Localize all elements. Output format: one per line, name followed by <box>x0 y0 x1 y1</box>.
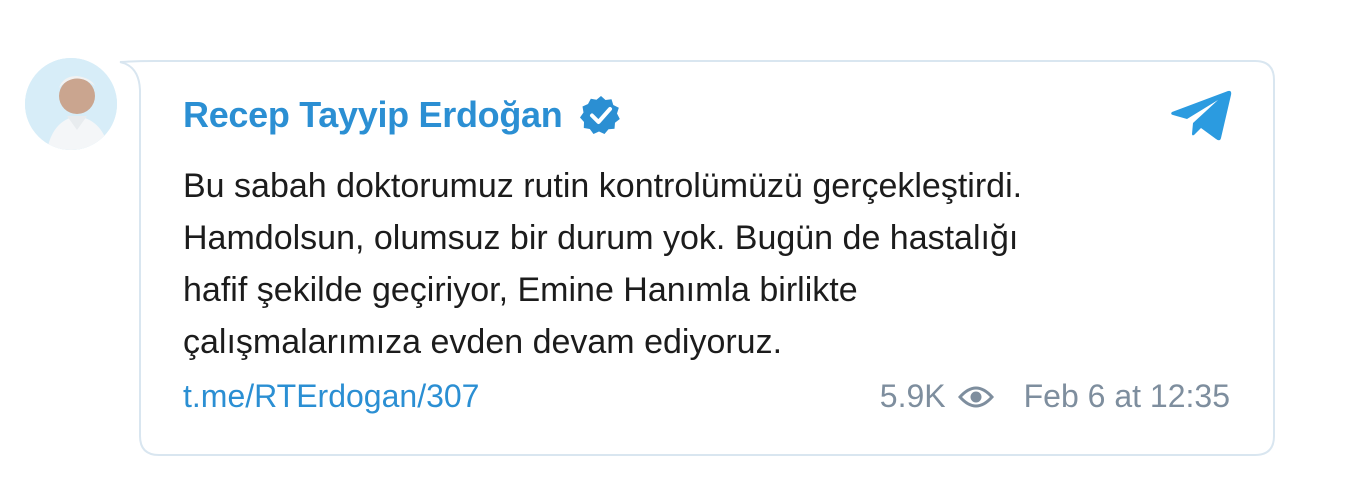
message-line: Hamdolsun, olumsuz bir durum yok. Bugün … <box>183 219 1019 257</box>
message-line: çalışmalarımıza evden devam ediyoruz. <box>183 323 783 361</box>
eye-icon <box>957 386 994 407</box>
verified-badge-icon <box>580 96 621 134</box>
view-count: 5.9K <box>879 378 946 414</box>
telegram-icon[interactable] <box>1170 90 1232 142</box>
timestamp: Feb 6 at 12:35 <box>1023 378 1230 414</box>
post-header: Recep Tayyip Erdoğan <box>183 92 622 138</box>
message-line: Bu sabah doktorumuz rutin kontrolümüzü g… <box>183 167 1023 205</box>
message-line: hafif şekilde geçiriyor, Emine Hanımla b… <box>183 271 858 309</box>
post-meta: 5.9K Feb 6 at 12:35 <box>880 378 1230 415</box>
post-link[interactable]: t.me/RTErdogan/307 <box>183 378 479 415</box>
author-name[interactable]: Recep Tayyip Erdoğan <box>183 94 563 136</box>
avatar-photo <box>25 58 117 150</box>
avatar[interactable] <box>25 58 117 150</box>
message-text: Bu sabah doktorumuz rutin kontrolümüzü g… <box>183 160 1223 368</box>
